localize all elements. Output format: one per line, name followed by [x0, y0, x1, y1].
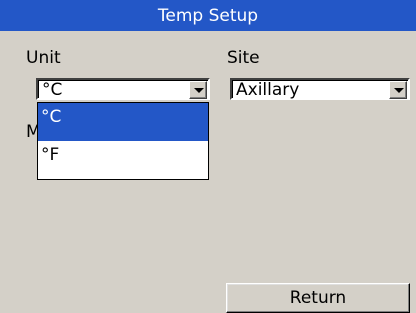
window-titlebar: Temp Setup [0, 0, 416, 31]
chevron-down-icon [394, 88, 404, 93]
unit-selected-value: °C [42, 80, 63, 100]
unit-select[interactable]: °C [36, 78, 210, 100]
obscured-label: M [26, 122, 37, 142]
site-select[interactable]: Axillary [230, 78, 410, 100]
site-dropdown-button[interactable] [389, 81, 407, 99]
unit-dropdown-button[interactable] [189, 81, 207, 99]
site-selected-value: Axillary [236, 80, 300, 100]
window-title: Temp Setup [157, 5, 259, 26]
return-button[interactable]: Return [226, 283, 410, 313]
chevron-down-icon [194, 88, 204, 93]
unit-option-fahrenheit[interactable]: °F [38, 141, 208, 179]
unit-option-celsius[interactable]: °C [38, 103, 208, 141]
return-button-label: Return [289, 288, 347, 308]
unit-dropdown-list: °C °F [37, 102, 209, 180]
site-label: Site [227, 48, 260, 68]
unit-label: Unit [26, 48, 61, 68]
